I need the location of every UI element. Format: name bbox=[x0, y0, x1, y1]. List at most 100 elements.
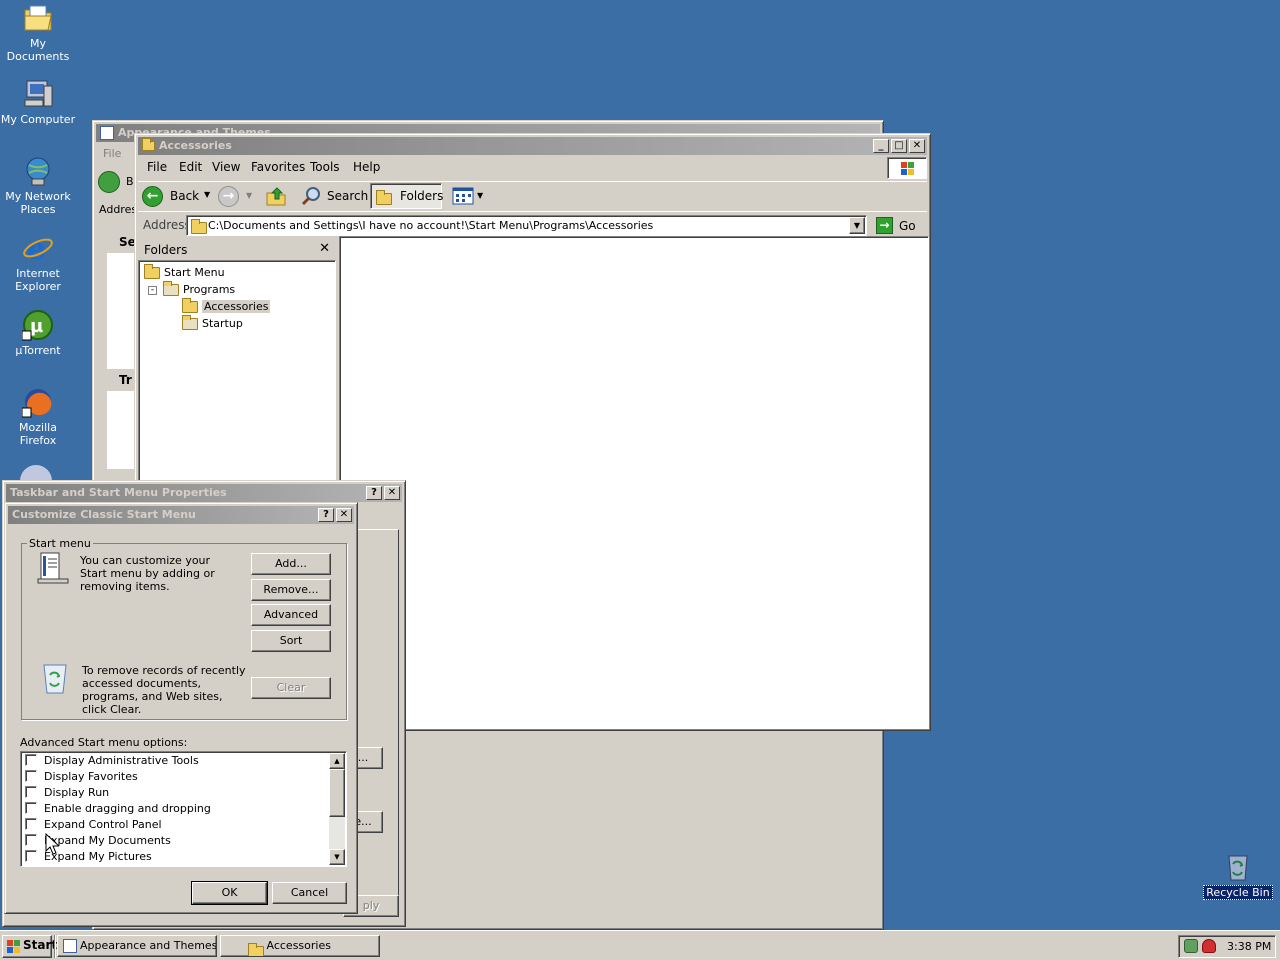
ok-button[interactable]: OK bbox=[192, 882, 267, 904]
folder-icon bbox=[142, 138, 155, 151]
checkbox[interactable] bbox=[25, 802, 37, 814]
folder-open-icon bbox=[182, 298, 198, 313]
folders-pane-header: Folders ✕ bbox=[144, 241, 330, 257]
options-list: Display Administrative Tools Display Fav… bbox=[20, 751, 347, 867]
menu-edit[interactable]: Edit bbox=[179, 157, 202, 177]
desktop-icon-recycle-bin[interactable]: Recycle Bin bbox=[1200, 850, 1276, 900]
address-dropdown-button[interactable]: ▼ bbox=[849, 217, 865, 234]
cancel-button[interactable]: Cancel bbox=[272, 882, 347, 904]
remove-button[interactable]: Remove... bbox=[251, 579, 331, 601]
desktop-icon-firefox[interactable]: Mozilla Firefox bbox=[0, 386, 76, 447]
back-arrow-icon: ← bbox=[142, 186, 163, 207]
separator bbox=[54, 935, 56, 958]
my-computer-icon bbox=[22, 78, 54, 110]
network-places-icon bbox=[22, 155, 54, 187]
option-row[interactable]: Display Administrative Tools bbox=[25, 753, 199, 769]
advanced-button[interactable]: Advanced bbox=[251, 604, 331, 626]
network-tray-icon[interactable] bbox=[1184, 939, 1198, 953]
start-button[interactable]: Start bbox=[2, 935, 57, 958]
toolbar: ← Back ▼ → ▼ Search Folders ▼ bbox=[138, 181, 927, 209]
back-arrow-icon[interactable] bbox=[98, 171, 120, 193]
address-label: Addres bbox=[99, 203, 138, 216]
menu-file[interactable]: File bbox=[103, 147, 121, 160]
option-row[interactable]: Display Favorites bbox=[25, 769, 138, 785]
desktop-icon-my-computer[interactable]: My Computer bbox=[0, 78, 76, 126]
svg-text:e: e bbox=[27, 232, 46, 264]
option-row[interactable]: Display Run bbox=[25, 785, 109, 801]
up-folder-icon[interactable] bbox=[265, 185, 287, 207]
desktop-icon-internet-explorer[interactable]: e Internet Explorer bbox=[0, 232, 76, 293]
checkbox[interactable] bbox=[25, 786, 37, 798]
tree-item-startup[interactable]: Startup bbox=[182, 315, 243, 332]
chevron-down-icon: ▼ bbox=[246, 191, 253, 200]
folder-icon bbox=[191, 219, 207, 234]
clear-description: To remove records of recently accessed d… bbox=[82, 664, 246, 716]
desktop-icon-utorrent[interactable]: µ µTorrent bbox=[0, 309, 76, 357]
checkbox[interactable] bbox=[25, 834, 37, 846]
close-button[interactable]: ✕ bbox=[909, 139, 925, 153]
checkbox[interactable] bbox=[25, 754, 37, 766]
groupbox-label: Start menu bbox=[27, 537, 93, 550]
system-tray: 3:38 PM bbox=[1178, 935, 1276, 958]
chevron-down-icon: ▼ bbox=[477, 191, 484, 200]
option-row[interactable]: Expand My Pictures bbox=[25, 849, 152, 865]
close-button[interactable]: ✕ bbox=[384, 486, 400, 500]
option-row[interactable]: Expand Control Panel bbox=[25, 817, 162, 833]
close-button[interactable]: ✕ bbox=[336, 508, 352, 522]
scroll-up-button[interactable]: ▲ bbox=[329, 753, 345, 769]
file-list-pane[interactable] bbox=[339, 236, 929, 729]
taskbar-properties-titlebar[interactable]: Taskbar and Start Menu Properties ? ✕ bbox=[6, 484, 402, 502]
scroll-thumb[interactable] bbox=[329, 769, 345, 817]
security-shield-icon[interactable] bbox=[1202, 939, 1216, 953]
menu-file[interactable]: File bbox=[147, 157, 167, 177]
go-arrow-icon: → bbox=[876, 217, 893, 234]
checkbox[interactable] bbox=[25, 770, 37, 782]
menu-help[interactable]: Help bbox=[353, 157, 380, 177]
desktop-icon-network-places[interactable]: My Network Places bbox=[0, 155, 76, 216]
back-button[interactable]: ← Back ▼ bbox=[142, 185, 212, 207]
help-button[interactable]: ? bbox=[318, 508, 334, 522]
sort-button[interactable]: Sort bbox=[251, 630, 331, 652]
customize-titlebar[interactable]: Customize Classic Start Menu ? ✕ bbox=[8, 506, 354, 524]
my-documents-icon bbox=[22, 2, 54, 34]
checkbox[interactable] bbox=[25, 818, 37, 830]
tree-item-start-menu[interactable]: Start Menu bbox=[144, 264, 225, 281]
tree-item-programs[interactable]: Programs bbox=[163, 281, 235, 298]
desktop-icon-my-documents[interactable]: My Documents bbox=[0, 2, 76, 63]
menu-view[interactable]: View bbox=[212, 157, 240, 177]
add-button[interactable]: Add... bbox=[251, 553, 331, 575]
tab-page bbox=[357, 529, 399, 909]
svg-text:µ: µ bbox=[30, 316, 43, 337]
go-button[interactable]: → Go bbox=[874, 215, 924, 237]
search-button[interactable]: Search bbox=[296, 184, 368, 208]
scrollbar[interactable]: ▲ ▼ bbox=[329, 753, 345, 865]
customize-start-menu-dialog: Customize Classic Start Menu ? ✕ Start m… bbox=[4, 502, 358, 914]
windows-logo-icon bbox=[7, 940, 20, 953]
task-appearance-and-themes[interactable]: Appearance and Themes bbox=[57, 935, 217, 957]
forward-arrow-icon[interactable]: → bbox=[218, 186, 239, 207]
menu-favorites[interactable]: Favorites bbox=[251, 157, 305, 177]
tree-item-accessories[interactable]: Accessories bbox=[182, 298, 271, 315]
recycle-icon bbox=[39, 661, 71, 695]
help-button[interactable]: ? bbox=[366, 486, 382, 500]
programs-folder-icon bbox=[182, 315, 198, 330]
collapse-icon[interactable]: - bbox=[148, 286, 157, 295]
explorer-titlebar[interactable]: Accessories _ □ ✕ bbox=[138, 137, 927, 155]
menu-tools[interactable]: Tools bbox=[310, 157, 340, 177]
address-input[interactable]: C:\Documents and Settings\I have no acco… bbox=[186, 215, 867, 236]
clear-button[interactable]: Clear bbox=[251, 677, 331, 699]
option-row[interactable]: Enable dragging and dropping bbox=[25, 801, 211, 817]
maximize-button[interactable]: □ bbox=[891, 139, 907, 153]
troubleshooters-pane: Tr bbox=[107, 369, 137, 469]
scroll-down-button[interactable]: ▼ bbox=[329, 849, 345, 865]
close-icon[interactable]: ✕ bbox=[319, 241, 330, 256]
clock[interactable]: 3:38 PM bbox=[1227, 940, 1271, 953]
folders-button[interactable]: Folders bbox=[370, 183, 443, 209]
programs-folder-icon bbox=[163, 281, 179, 296]
checkbox[interactable] bbox=[25, 850, 37, 862]
views-button[interactable]: ▼ bbox=[450, 185, 486, 207]
minimize-button[interactable]: _ bbox=[873, 139, 889, 153]
task-accessories[interactable]: Accessories bbox=[220, 935, 380, 957]
address-bar: Address C:\Documents and Settings\I have… bbox=[138, 211, 927, 237]
firefox-icon bbox=[21, 386, 54, 418]
